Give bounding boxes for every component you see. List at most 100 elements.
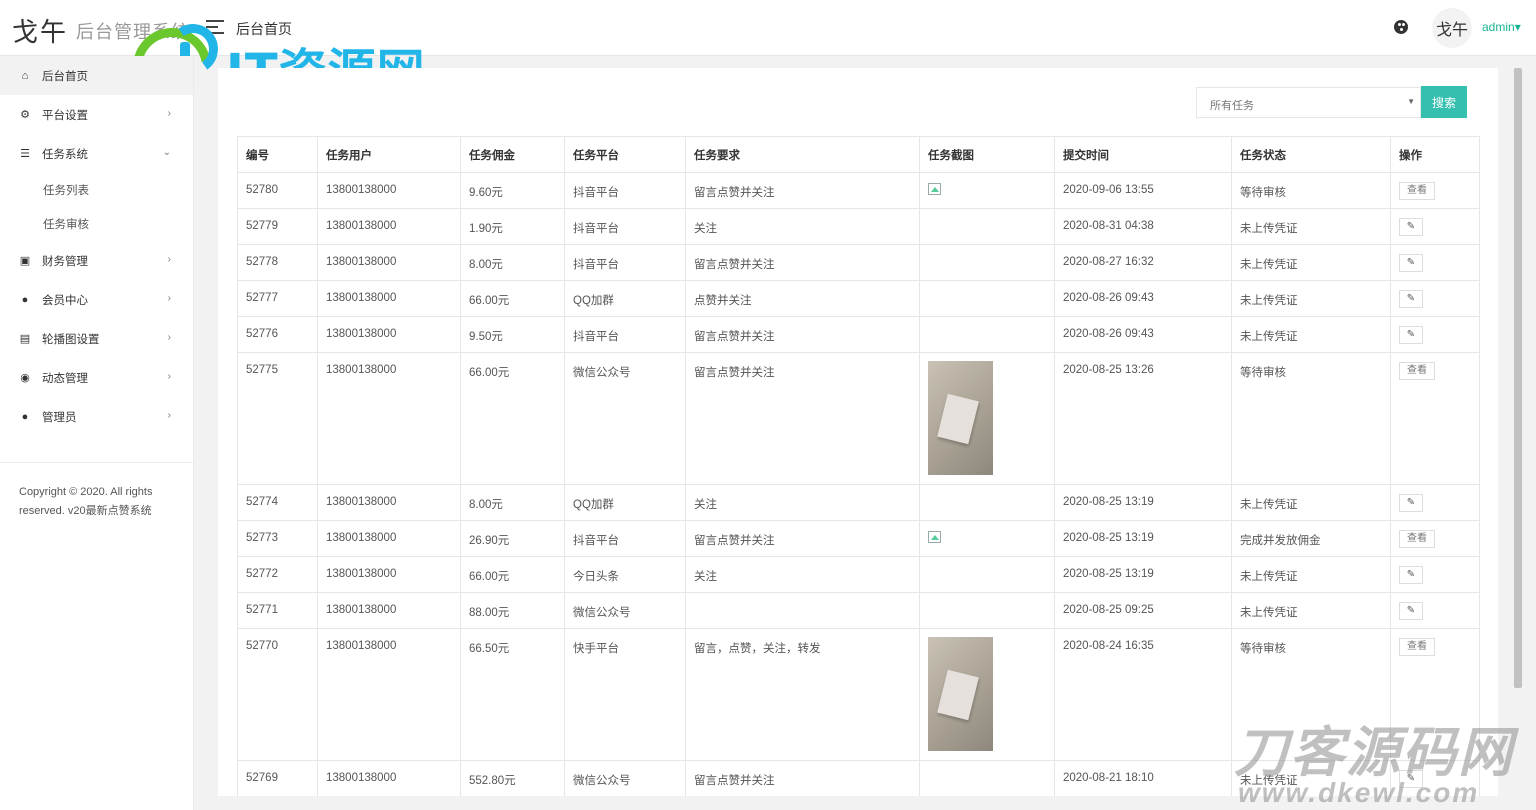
edit-button[interactable]: ✎ (1399, 218, 1423, 236)
table-row: 52777 13800138000 66.00元 QQ加群 点赞并关注 2020-08-2… (237, 280, 1480, 317)
task-screenshot-image[interactable] (928, 637, 993, 751)
task-screenshot-image[interactable] (928, 361, 993, 475)
copyright-line: reserved. v20最新点赞系统 (19, 505, 152, 517)
task-user: 13800138000 (317, 352, 461, 485)
task-user: 13800138000 (317, 556, 461, 593)
task-user: 13800138000 (317, 520, 461, 557)
table-row: 52773 13800138000 26.90元 抖音平台 留言点赞并关注 2020-08… (237, 520, 1480, 557)
admin-menu[interactable]: admin▾ (1482, 20, 1521, 34)
scrollbar-thumb[interactable] (1514, 68, 1522, 688)
task-screenshot-cell (919, 520, 1055, 557)
task-platform: 微信公众号 (564, 592, 686, 629)
sidebar-item-platform-settings[interactable]: ⚙ 平台设置 › (0, 95, 193, 134)
menu-toggle-icon[interactable] (206, 18, 224, 36)
submit-time: 2020-08-25 13:26 (1054, 352, 1232, 485)
sidebar-item-label: 后台首页 (42, 70, 88, 83)
broken-image-icon[interactable] (928, 531, 941, 543)
copyright: Copyright © 2020. All rights reserved. v… (0, 463, 193, 521)
task-status: 等待审核 (1231, 628, 1391, 761)
task-id: 52776 (237, 316, 318, 353)
task-id: 52779 (237, 208, 318, 245)
task-platform: 抖音平台 (564, 172, 686, 209)
main-panel: 所有任务 ▼ 搜索 编号 任务用户 任务佣金 任务平台 任务要求 任务截图 提交… (218, 68, 1498, 796)
task-screenshot-cell (919, 556, 1055, 593)
sidebar-subitem-task-review[interactable]: 任务审核 (0, 207, 193, 241)
task-requirement: 留言点赞并关注 (685, 172, 920, 209)
column-header: 提交时间 (1054, 136, 1232, 173)
chevron-right-icon: › (167, 293, 171, 304)
task-filter-value: 所有任务 (1210, 100, 1254, 112)
avatar[interactable]: 戈午 (1432, 8, 1472, 48)
submit-time: 2020-08-25 13:19 (1054, 484, 1232, 521)
task-id: 52770 (237, 628, 318, 761)
sidebar-item-home[interactable]: ⌂ 后台首页 (0, 56, 193, 95)
edit-button[interactable]: ✎ (1399, 566, 1423, 584)
palette-icon[interactable] (1394, 20, 1408, 34)
action-cell: ✎ (1390, 280, 1480, 317)
view-button[interactable]: 查看 (1399, 362, 1435, 380)
action-cell: 查看 (1390, 172, 1480, 209)
column-header: 任务用户 (317, 136, 461, 173)
table-row: 52780 13800138000 9.60元 抖音平台 留言点赞并关注 2020-09-… (237, 172, 1480, 209)
submit-time: 2020-08-24 16:35 (1054, 628, 1232, 761)
edit-button[interactable]: ✎ (1399, 290, 1423, 308)
task-id: 52771 (237, 592, 318, 629)
task-screenshot-cell (919, 352, 1055, 485)
task-filter-select[interactable]: 所有任务 ▼ (1196, 87, 1421, 118)
edit-button[interactable]: ✎ (1399, 770, 1423, 788)
task-screenshot-cell (919, 628, 1055, 761)
sidebar-subitem-task-list[interactable]: 任务列表 (0, 173, 193, 207)
submit-time: 2020-08-26 09:43 (1054, 280, 1232, 317)
chevron-right-icon: › (167, 371, 171, 382)
sidebar: ⌂ 后台首页 ⚙ 平台设置 › ☰ 任务系统 ⌄ 任务列表 任务审核 ▣ 财务管… (0, 56, 194, 810)
sidebar-item-admins[interactable]: ● 管理员 › (0, 397, 193, 436)
task-screenshot-cell (919, 316, 1055, 353)
sidebar-item-dynamics[interactable]: ◉ 动态管理 › (0, 358, 193, 397)
task-status: 未上传凭证 (1231, 280, 1391, 317)
table-row: 52774 13800138000 8.00元 QQ加群 关注 2020-08-25 13… (237, 484, 1480, 521)
edit-button[interactable]: ✎ (1399, 602, 1423, 620)
task-status: 未上传凭证 (1231, 760, 1391, 796)
view-button[interactable]: 查看 (1399, 530, 1435, 548)
sidebar-item-task-system[interactable]: ☰ 任务系统 ⌄ (0, 134, 193, 173)
sidebar-item-finance[interactable]: ▣ 财务管理 › (0, 241, 193, 280)
action-cell: ✎ (1390, 484, 1480, 521)
broken-image-icon[interactable] (928, 183, 941, 195)
column-header: 任务平台 (564, 136, 686, 173)
submit-time: 2020-08-25 09:25 (1054, 592, 1232, 629)
task-user: 13800138000 (317, 280, 461, 317)
view-button[interactable]: 查看 (1399, 182, 1435, 200)
edit-button[interactable]: ✎ (1399, 326, 1423, 344)
sidebar-item-members[interactable]: ● 会员中心 › (0, 280, 193, 319)
sidebar-item-label: 管理员 (42, 411, 77, 424)
column-header: 操作 (1390, 136, 1480, 173)
table-row: 52771 13800138000 88.00元 微信公众号 2020-08-25 09… (237, 592, 1480, 629)
submit-time: 2020-09-06 13:55 (1054, 172, 1232, 209)
action-cell: ✎ (1390, 760, 1480, 796)
table-row: 52770 13800138000 66.50元 快手平台 留言，点赞，关注，转发 202… (237, 628, 1480, 761)
task-reward: 9.50元 (460, 316, 565, 353)
task-user: 13800138000 (317, 316, 461, 353)
edit-button[interactable]: ✎ (1399, 254, 1423, 272)
task-user: 13800138000 (317, 172, 461, 209)
task-requirement: 关注 (685, 484, 920, 521)
action-cell: 查看 (1390, 352, 1480, 485)
task-status: 等待审核 (1231, 172, 1391, 209)
admin-name: admin (1482, 20, 1515, 34)
task-table: 编号 任务用户 任务佣金 任务平台 任务要求 任务截图 提交时间 任务状态 操作… (237, 136, 1480, 796)
breadcrumb: 后台首页 (236, 21, 292, 37)
search-button[interactable]: 搜索 (1421, 86, 1467, 118)
sidebar-item-label: 轮播图设置 (42, 333, 100, 346)
task-platform: 快手平台 (564, 628, 686, 761)
task-status: 等待审核 (1231, 352, 1391, 485)
action-cell: ✎ (1390, 208, 1480, 245)
submit-time: 2020-08-25 13:19 (1054, 556, 1232, 593)
task-user: 13800138000 (317, 760, 461, 796)
task-status: 未上传凭证 (1231, 208, 1391, 245)
chevron-right-icon: › (167, 108, 171, 119)
sidebar-item-carousel[interactable]: ▤ 轮播图设置 › (0, 319, 193, 358)
edit-button[interactable]: ✎ (1399, 494, 1423, 512)
column-header: 任务佣金 (460, 136, 565, 173)
table-row: 52775 13800138000 66.00元 微信公众号 留言点赞并关注 2020-0… (237, 352, 1480, 485)
view-button[interactable]: 查看 (1399, 638, 1435, 656)
